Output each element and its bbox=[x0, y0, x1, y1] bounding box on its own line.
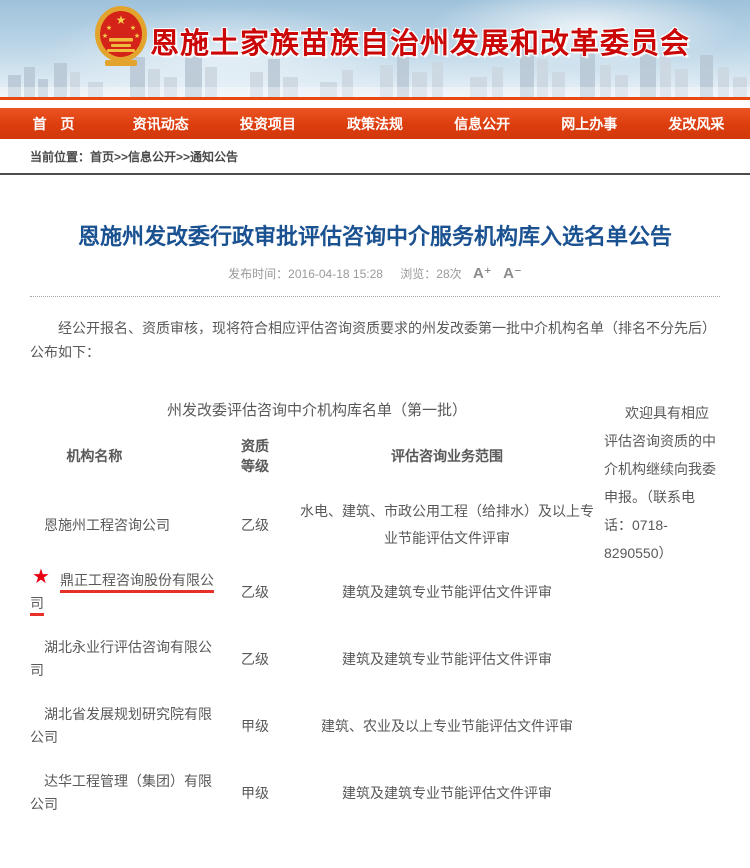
qualification-level: 乙级 bbox=[220, 559, 290, 626]
svg-text:★: ★ bbox=[116, 13, 127, 27]
table-row: 湖北永业行评估咨询有限公司乙级建筑及建筑专业节能评估文件评审 bbox=[30, 626, 604, 693]
svg-text:★: ★ bbox=[102, 32, 108, 40]
breadcrumb: 当前位置：首页>>信息公开>>通知公告 bbox=[0, 139, 750, 175]
org-name-cell: 达华工程管理（集团）有限公司 bbox=[30, 760, 220, 827]
table-row: 湖北省发展规划研究院有限公司甲级建筑、农业及以上专业节能评估文件评审 bbox=[30, 693, 604, 760]
svg-text:★: ★ bbox=[106, 24, 112, 32]
service-scope: 建筑及建筑专业节能评估文件评审 bbox=[290, 559, 604, 626]
table-header-row: 机构名称 资质 等级 评估咨询业务范围 bbox=[30, 420, 604, 492]
org-table: 机构名称 资质 等级 评估咨询业务范围 恩施州工程咨询公司乙级水电、建筑、市政公… bbox=[30, 420, 604, 827]
svg-text:★: ★ bbox=[130, 24, 136, 32]
header-level-line1: 资质 bbox=[241, 438, 269, 454]
nav-item-investment[interactable]: 投资项目 bbox=[214, 114, 321, 134]
nav-item-info-disclosure[interactable]: 信息公开 bbox=[429, 114, 536, 134]
header-org-name: 机构名称 bbox=[30, 420, 220, 492]
publish-time: 发布时间：2016-04-18 15:28 bbox=[228, 267, 383, 281]
article-content: 恩施州发改委行政审批评估咨询中介服务机构库入选名单公告 发布时间：2016-04… bbox=[0, 219, 750, 868]
side-note: 欢迎具有相应评估咨询资质的中介机构继续向我委申报。（联系电话：0718-8290… bbox=[604, 399, 720, 567]
org-name: 湖北省发展规划研究院有限公司 bbox=[30, 706, 212, 745]
star-icon: ★ bbox=[32, 567, 50, 587]
org-table-body: 恩施州工程咨询公司乙级水电、建筑、市政公用工程（给排水）及以上专业节能评估文件评… bbox=[30, 492, 604, 827]
breadcrumb-label: 当前位置： bbox=[30, 150, 90, 164]
org-name-cell: ★鼎正工程咨询股份有限公司 bbox=[30, 559, 220, 626]
nav-item-news[interactable]: 资讯动态 bbox=[107, 114, 214, 134]
qualification-level: 甲级 bbox=[220, 693, 290, 760]
table-row: 恩施州工程咨询公司 乙级水电、建筑、市政公用工程（给排水）及以上专业节能评估文件评… bbox=[30, 492, 604, 559]
nav-item-policy[interactable]: 政策法规 bbox=[321, 114, 428, 134]
font-increase-button[interactable]: A⁺ bbox=[473, 265, 492, 282]
org-name: 鼎正工程咨询股份有限公司 bbox=[30, 572, 214, 611]
table-row: ★鼎正工程咨询股份有限公司乙级建筑及建筑专业节能评估文件评审 bbox=[30, 559, 604, 626]
qualification-level: 乙级 bbox=[220, 492, 290, 559]
site-banner: ★ ★ ★ ★ ★ 恩施土家族苗族自治州发展和改革委员会 bbox=[0, 0, 750, 100]
article-meta: 发布时间：2016-04-18 15:28 浏览：28次 A⁺ A⁻ bbox=[30, 264, 720, 282]
service-scope: 水电、建筑、市政公用工程（给排水）及以上专业节能评估文件评审 bbox=[290, 492, 604, 559]
header-service-scope: 评估咨询业务范围 bbox=[290, 420, 604, 492]
qualification-level: 甲级 bbox=[220, 760, 290, 827]
service-scope: 建筑及建筑专业节能评估文件评审 bbox=[290, 760, 604, 827]
font-decrease-button[interactable]: A⁻ bbox=[503, 265, 522, 282]
nav-item-ndrc-style[interactable]: 发改风采 bbox=[643, 114, 750, 134]
breadcrumb-path[interactable]: 首页>>信息公开>>通知公告 bbox=[90, 150, 238, 164]
article-title: 恩施州发改委行政审批评估咨询中介服务机构库入选名单公告 bbox=[30, 219, 720, 251]
qualification-level: 乙级 bbox=[220, 626, 290, 693]
list-title: 州发改委评估咨询中介机构库名单（第一批） bbox=[30, 399, 604, 420]
dotted-divider bbox=[30, 296, 720, 297]
national-emblem-icon: ★ ★ ★ ★ ★ bbox=[93, 5, 149, 67]
service-scope: 建筑、农业及以上专业节能评估文件评审 bbox=[290, 693, 604, 760]
main-nav: 首 页 资讯动态 投资项目 政策法规 信息公开 网上办事 发改风采 bbox=[0, 108, 750, 139]
svg-text:★: ★ bbox=[134, 32, 140, 40]
org-name-cell: 湖北永业行评估咨询有限公司 bbox=[30, 626, 220, 693]
service-scope: 建筑及建筑专业节能评估文件评审 bbox=[290, 626, 604, 693]
view-count: 浏览：28次 bbox=[400, 267, 461, 281]
header-level-line2: 等级 bbox=[241, 458, 269, 474]
org-name: 湖北永业行评估咨询有限公司 bbox=[30, 639, 212, 678]
table-row: 达华工程管理（集团）有限公司甲级建筑及建筑专业节能评估文件评审 bbox=[30, 760, 604, 827]
org-name-cell: 恩施州工程咨询公司 bbox=[30, 492, 220, 559]
org-name: 恩施州工程咨询公司 bbox=[44, 517, 170, 533]
org-name: 达华工程管理（集团）有限公司 bbox=[30, 773, 212, 812]
intro-paragraph: 经公开报名、资质审核，现将符合相应评估咨询资质要求的州发改委第一批中介机构名单（… bbox=[30, 317, 720, 365]
page: ★ ★ ★ ★ ★ 恩施土家族苗族自治州发展和改革委员会 首 页 资讯动态 投资… bbox=[0, 0, 750, 868]
org-name-cell: 湖北省发展规划研究院有限公司 bbox=[30, 693, 220, 760]
nav-item-home[interactable]: 首 页 bbox=[0, 114, 107, 134]
site-title: 恩施土家族苗族自治州发展和改革委员会 bbox=[150, 20, 690, 62]
nav-item-online-service[interactable]: 网上办事 bbox=[536, 114, 643, 134]
header-qualification-level: 资质 等级 bbox=[220, 420, 290, 492]
